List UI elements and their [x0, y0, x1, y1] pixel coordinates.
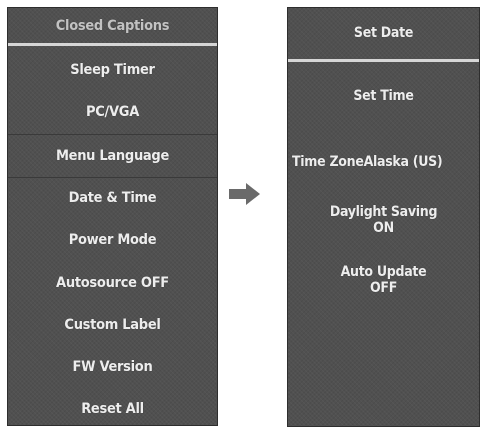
menu-item-closed-captions[interactable]: Closed Captions [8, 5, 217, 47]
menu-divider [8, 43, 217, 46]
menu-item-date-time[interactable]: Date & Time [8, 177, 217, 219]
set-time-item[interactable]: Set Time [288, 88, 479, 104]
menu-item-label: Menu Language [55, 148, 170, 164]
daylight-saving-item[interactable]: Daylight Saving ON [288, 204, 479, 236]
auto-update-label: Auto Update [340, 264, 427, 280]
menu-item-fw-version[interactable]: FW Version [8, 346, 217, 388]
menu-item-menu-language[interactable]: Menu Language [8, 135, 217, 177]
menu-item-label: Reset All [81, 401, 144, 417]
time-zone-value: Alaska (US) [363, 154, 443, 170]
menu-item-custom-label[interactable]: Custom Label [8, 304, 217, 346]
auto-update-value: OFF [369, 280, 398, 296]
arrow-right-icon [229, 183, 260, 205]
menu-item-label: Power Mode [68, 232, 157, 248]
set-time-label: Set Time [353, 88, 414, 104]
menu-item-label: Custom Label [64, 317, 161, 333]
menu-item-label: Closed Captions [55, 18, 170, 34]
menu-item-reset-all[interactable]: Reset All [8, 388, 217, 427]
auto-update-item[interactable]: Auto Update OFF [288, 264, 479, 296]
daylight-saving-value: ON [373, 220, 394, 236]
set-date-item[interactable]: Set Date [288, 25, 479, 41]
menu-item-pc-vga[interactable]: PC/VGA [8, 91, 217, 133]
menu-item-sleep-timer[interactable]: Sleep Timer [8, 49, 217, 91]
settings-menu-panel: Closed Captions Sleep Timer PC/VGA Menu … [7, 7, 218, 426]
menu-item-label: Date & Time [68, 190, 157, 206]
menu-item-label: PC/VGA [86, 104, 139, 120]
menu-item-label: FW Version [72, 359, 153, 375]
menu-item-autosource[interactable]: Autosource OFF [8, 262, 217, 304]
time-zone-item[interactable]: Time ZoneAlaska (US) [292, 154, 479, 170]
date-time-submenu-panel: Set Date Set Time Time ZoneAlaska (US) D… [287, 7, 480, 427]
submenu-divider [288, 59, 479, 62]
set-date-label: Set Date [353, 25, 414, 41]
menu-item-label: Autosource OFF [56, 275, 169, 291]
menu-item-power-mode[interactable]: Power Mode [8, 219, 217, 261]
time-zone-label: Time Zone [292, 154, 364, 170]
daylight-saving-label: Daylight Saving [329, 204, 438, 220]
menu-item-label: Sleep Timer [70, 62, 155, 78]
